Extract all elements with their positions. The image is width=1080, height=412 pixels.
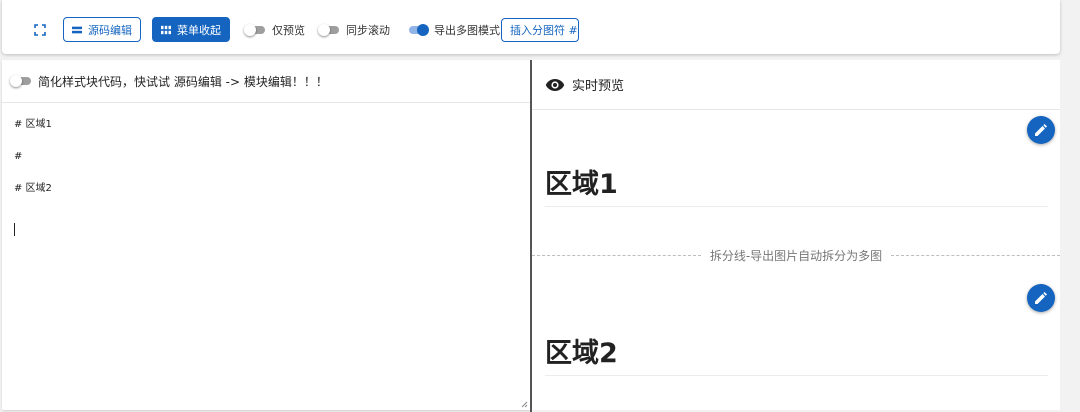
fullscreen-button[interactable] — [30, 17, 50, 42]
resize-handle-icon[interactable] — [520, 400, 528, 408]
pencil-icon — [1035, 124, 1047, 136]
code-line: # — [14, 151, 23, 162]
sync-scroll-label: 同步滚动 — [346, 23, 390, 37]
insert-separator-button[interactable]: 插入分图符 # — [501, 18, 579, 42]
split-separator: 拆分线-导出图片自动拆分为多图 — [532, 246, 1060, 264]
code-editor[interactable]: # 区域1 # # 区域2 — [14, 117, 52, 197]
section-heading-2: 区域2 — [545, 331, 1048, 376]
preview-only-switch[interactable] — [244, 23, 266, 37]
text-cursor — [14, 223, 15, 236]
pencil-icon — [1035, 292, 1047, 304]
code-line: # 区域2 — [14, 183, 52, 194]
preview-pane: 实时预览 区域1 拆分线-导出图片自动拆分为多图 区域2 — [532, 60, 1060, 410]
separator-text: 拆分线-导出图片自动拆分为多图 — [709, 248, 883, 263]
editor-pane: 简化样式块代码，快试试 源码编辑 -> 模块编辑！！！ # 区域1 # # 区域… — [2, 60, 530, 410]
fullscreen-icon — [34, 23, 46, 36]
editor-header: 简化样式块代码，快试试 源码编辑 -> 模块编辑！！！ — [2, 60, 530, 103]
simplify-label: 简化样式块代码，快试试 源码编辑 -> 模块编辑！！！ — [38, 74, 328, 89]
toolbar: 源码编辑 菜单收起 仅预览 同步滚动 导出多图模式 插入分图符 # — [2, 0, 1060, 54]
sync-scroll-toggle-group: 同步滚动 — [318, 17, 390, 42]
code-line: # 区域1 — [14, 119, 52, 130]
list-icon — [72, 26, 82, 33]
edit-section-2-button[interactable] — [1027, 284, 1055, 312]
export-multi-toggle-group: 导出多图模式 — [406, 17, 500, 42]
section-heading-1: 区域1 — [545, 162, 1048, 207]
insert-separator-label: 插入分图符 # — [510, 24, 578, 37]
export-multi-switch[interactable] — [406, 23, 429, 37]
sync-scroll-switch[interactable] — [318, 23, 340, 37]
export-multi-label: 导出多图模式 — [434, 23, 500, 37]
menu-collapse-label: 菜单收起 — [177, 23, 221, 37]
grid-icon — [161, 25, 171, 34]
menu-collapse-button[interactable]: 菜单收起 — [152, 17, 230, 42]
preview-header: 实时预览 — [532, 60, 1060, 110]
simplify-switch[interactable] — [10, 74, 32, 88]
source-edit-label: 源码编辑 — [88, 23, 132, 37]
eye-icon — [545, 78, 565, 91]
edit-section-1-button[interactable] — [1027, 116, 1055, 144]
preview-only-label: 仅预览 — [272, 23, 305, 37]
source-edit-button[interactable]: 源码编辑 — [63, 17, 141, 42]
preview-only-toggle-group: 仅预览 — [244, 17, 305, 42]
preview-title: 实时预览 — [572, 79, 625, 94]
